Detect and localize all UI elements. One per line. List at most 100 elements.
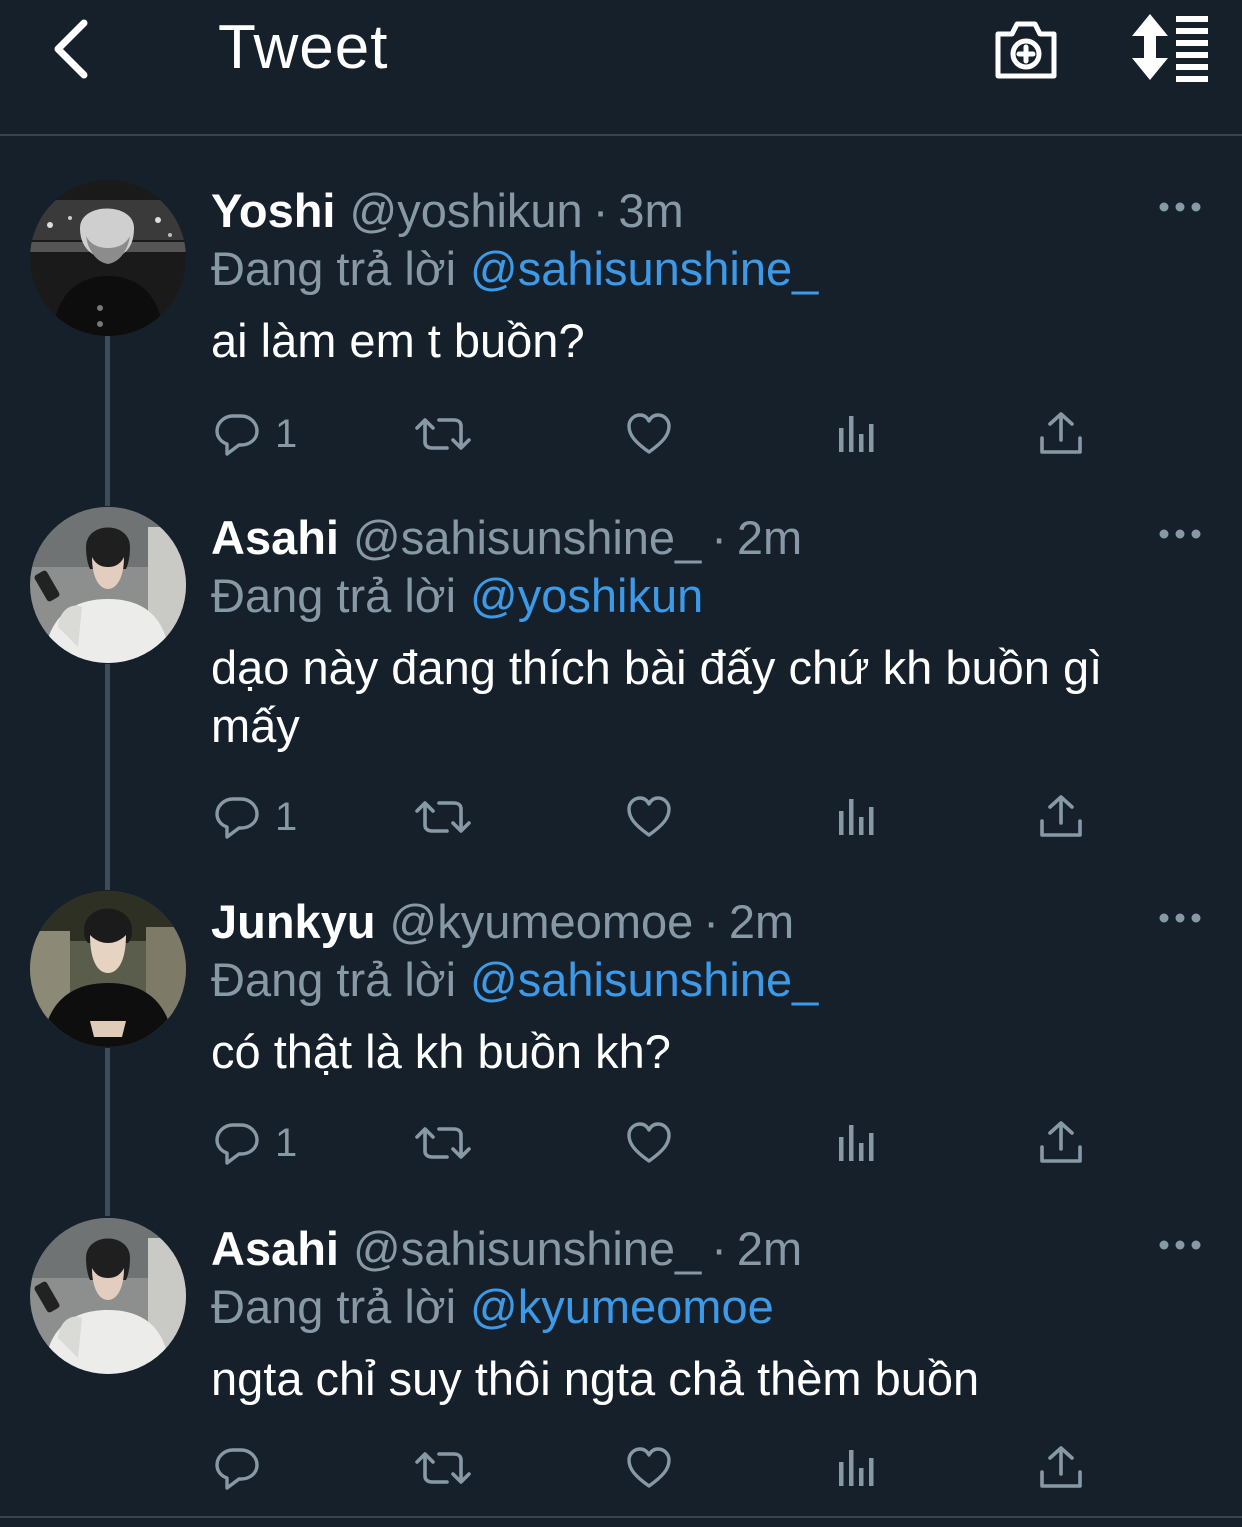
analytics-button[interactable]	[833, 406, 881, 462]
retweet-button[interactable]	[413, 1115, 473, 1171]
page-title: Tweet	[218, 13, 389, 82]
more-options-icon[interactable]	[1158, 1238, 1202, 1252]
heart-icon	[625, 1444, 673, 1492]
replying-to: Đang trả lời @sahisunshine_	[211, 951, 818, 1009]
thread-line	[105, 1048, 110, 1216]
display-name[interactable]: Asahi	[211, 511, 339, 564]
avatar[interactable]	[30, 1218, 186, 1374]
mention-link[interactable]: @yoshikun	[470, 569, 703, 622]
separator-dot: ·	[711, 1222, 727, 1275]
share-button[interactable]	[1037, 1440, 1085, 1496]
share-icon	[1037, 793, 1085, 841]
reply-button[interactable]: 1	[213, 1115, 297, 1171]
tweet-text: ai làm em t buồn?	[211, 314, 585, 367]
more-options-icon[interactable]	[1158, 527, 1202, 541]
username[interactable]: @sahisunshine_	[353, 1222, 701, 1275]
more-options-icon[interactable]	[1158, 911, 1202, 925]
sort-button[interactable]	[1128, 12, 1210, 82]
tweet-actions: 1	[211, 406, 1111, 462]
heart-icon	[625, 793, 673, 841]
reply-count: 1	[275, 411, 298, 456]
reply-button[interactable]: 1	[213, 789, 297, 845]
back-button[interactable]	[40, 14, 100, 84]
camera-plus-icon	[995, 21, 1057, 79]
avatar[interactable]	[30, 180, 186, 336]
mention-link[interactable]: @sahisunshine_	[470, 953, 818, 1006]
reply-button[interactable]	[213, 1440, 275, 1496]
sort-list-icon	[1132, 14, 1208, 82]
chevron-left-icon	[54, 19, 88, 79]
thread-line	[105, 664, 110, 890]
retweet-button[interactable]	[413, 406, 473, 462]
replying-to-label: Đang trả lời	[211, 953, 457, 1006]
analytics-icon	[833, 1119, 881, 1167]
separator-dot: ·	[703, 895, 719, 948]
retweet-icon	[413, 1444, 473, 1492]
avatar[interactable]	[30, 891, 186, 1047]
analytics-icon	[833, 793, 881, 841]
tweet-actions: 1	[211, 1115, 1111, 1171]
timestamp[interactable]: 2m	[729, 895, 794, 948]
display-name[interactable]: Junkyu	[211, 895, 376, 948]
share-icon	[1037, 410, 1085, 458]
timestamp[interactable]: 3m	[618, 184, 683, 237]
separator-dot: ·	[592, 184, 609, 237]
display-name[interactable]: Yoshi	[211, 184, 335, 237]
more-options-icon[interactable]	[1158, 200, 1202, 214]
share-icon	[1037, 1119, 1085, 1167]
reply-icon	[213, 410, 261, 458]
retweet-button[interactable]	[413, 1440, 473, 1496]
tweet-actions: 1	[211, 789, 1111, 845]
username[interactable]: @sahisunshine_	[353, 511, 701, 564]
tweet-header: Asahi @sahisunshine_ · 2m	[211, 1220, 802, 1278]
retweet-icon	[413, 410, 473, 458]
tweet-text: ngta chỉ suy thôi ngta chả thèm buồn	[211, 1352, 980, 1405]
analytics-button[interactable]	[833, 1440, 881, 1496]
username[interactable]: @kyumeomoe	[390, 895, 694, 948]
timestamp[interactable]: 2m	[737, 511, 802, 564]
username[interactable]: @yoshikun	[349, 184, 582, 237]
tweet-header: Junkyu @kyumeomoe · 2m	[211, 893, 794, 951]
heart-icon	[625, 410, 673, 458]
separator-dot: ·	[711, 511, 727, 564]
timestamp[interactable]: 2m	[737, 1222, 802, 1275]
replying-to: Đang trả lời @kyumeomoe	[211, 1278, 774, 1336]
top-bar: Tweet	[0, 0, 1242, 136]
tweet-header: Yoshi @yoshikun · 3m	[211, 182, 684, 240]
analytics-button[interactable]	[833, 1115, 881, 1171]
reply-count: 1	[275, 794, 298, 839]
avatar[interactable]	[30, 507, 186, 663]
retweet-button[interactable]	[413, 789, 473, 845]
display-name[interactable]: Asahi	[211, 1222, 339, 1275]
analytics-icon	[833, 410, 881, 458]
like-button[interactable]	[625, 406, 673, 462]
reply-button[interactable]: 1	[213, 406, 297, 462]
reply-icon	[213, 1444, 261, 1492]
tweet-text: dạo này đang thích bài đấy chứ kh buồn g…	[211, 641, 1103, 752]
tweet-header: Asahi @sahisunshine_ · 2m	[211, 509, 802, 567]
tweet-text: có thật là kh buồn kh?	[211, 1025, 671, 1078]
analytics-button[interactable]	[833, 789, 881, 845]
retweet-icon	[413, 1119, 473, 1167]
reply-icon	[213, 793, 261, 841]
replying-to-label: Đang trả lời	[211, 1280, 457, 1333]
replying-to-label: Đang trả lời	[211, 569, 457, 622]
replying-to: Đang trả lời @yoshikun	[211, 567, 703, 625]
reply-icon	[213, 1119, 261, 1167]
like-button[interactable]	[625, 1440, 673, 1496]
add-photo-button[interactable]	[990, 12, 1062, 84]
share-button[interactable]	[1037, 789, 1085, 845]
like-button[interactable]	[625, 1115, 673, 1171]
share-button[interactable]	[1037, 406, 1085, 462]
reply-count: 1	[275, 1120, 298, 1165]
like-button[interactable]	[625, 789, 673, 845]
divider	[0, 1516, 1242, 1518]
retweet-icon	[413, 793, 473, 841]
share-icon	[1037, 1444, 1085, 1492]
mention-link[interactable]: @kyumeomoe	[470, 1280, 774, 1333]
mention-link[interactable]: @sahisunshine_	[470, 242, 818, 295]
analytics-icon	[833, 1444, 881, 1492]
replying-to: Đang trả lời @sahisunshine_	[211, 240, 818, 298]
tweet-actions	[211, 1440, 1111, 1496]
share-button[interactable]	[1037, 1115, 1085, 1171]
